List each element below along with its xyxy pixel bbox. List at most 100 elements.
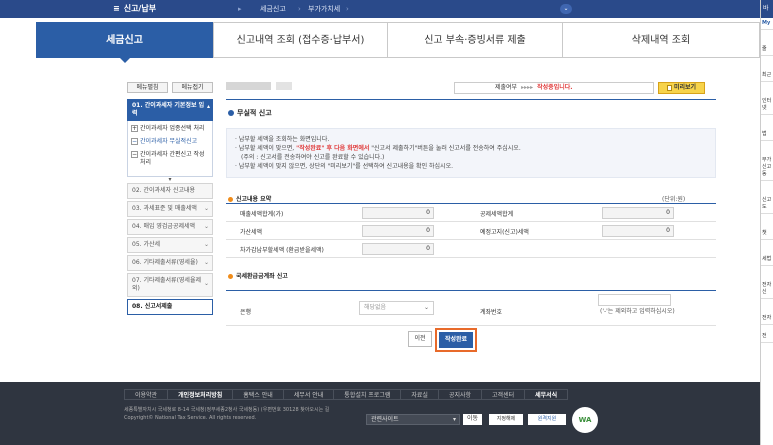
chevron-down-icon: ⌄: [203, 205, 209, 212]
footer-link-support[interactable]: 고객센터: [481, 389, 526, 400]
sidebar-step-06[interactable]: 06. 기타제출서류(영세율) ⌄: [127, 255, 213, 271]
crumb-arrow-icon: ›: [298, 5, 301, 13]
remote-support-button[interactable]: 원격지원: [528, 414, 566, 425]
chevron-down-icon: ⌄: [203, 223, 209, 230]
breadcrumb-vat[interactable]: 부가가치세: [308, 0, 340, 18]
sidebar-step-01-label: 01. 간이과세자 기본정보 입력: [132, 102, 205, 117]
collapse-menu-button[interactable]: 메뉴접기: [172, 82, 213, 93]
penalty-tax-field: 0: [362, 225, 434, 237]
quick-menu-item[interactable]: 줄: [761, 44, 773, 56]
field-label: 예정고지(신고)세액: [480, 229, 529, 236]
tab-attachments[interactable]: 신고 부속·증빙서류 제출: [388, 22, 563, 58]
tab-filing-history[interactable]: 신고내역 조회 (접수증·납부서): [213, 22, 388, 58]
sidebar-step-05[interactable]: 05. 가산세 ⌄: [127, 237, 213, 253]
previous-button[interactable]: 이전: [408, 331, 432, 347]
top-nav-bar: ≡ 신고/납부 ▸ 세금신고 › 부가가치세 › ⌄: [0, 0, 760, 18]
quick-menu-item[interactable]: 부가 신고 동: [761, 155, 773, 181]
menu-home[interactable]: ≡ 신고/납부: [113, 0, 156, 18]
go-button[interactable]: 이동: [463, 414, 482, 425]
chevron-down-icon: ▾: [452, 416, 456, 423]
status-value: 작성중: [537, 84, 554, 91]
complete-button[interactable]: 작성완료: [439, 332, 473, 348]
summary-title: 신고내용 요약: [228, 194, 271, 203]
bank-select[interactable]: 해당없음 ⌄: [359, 301, 434, 315]
document-icon: [666, 84, 672, 91]
breadcrumb-tax-filing[interactable]: 세금신고: [260, 0, 286, 18]
refund-account-section: 은행 해당없음 ⌄ 계좌번호 ('-'는 제외하고 입력하십시오): [226, 290, 716, 326]
quick-menu-item[interactable]: 최근: [761, 70, 773, 82]
sidebar-subitem-label: 간이과세자 무실적신고: [140, 138, 198, 145]
summary-row: 차가감납부할세액 (환급받을세액) 0: [226, 240, 716, 258]
notice-text: "신고서 제출하기"버튼을 눌러 신고서를 전송하여 주십시오.: [369, 145, 521, 152]
refund-title: 국세환급금계좌 신고: [228, 271, 288, 280]
chevron-down-icon[interactable]: ⌄: [560, 4, 572, 14]
quick-menu-item[interactable]: 챗: [761, 228, 773, 240]
footer-link-install[interactable]: 통합설치 프로그램: [333, 389, 402, 400]
sidebar-subitem-label: 간이과세자 업종선택 처리: [140, 125, 205, 132]
summary-row: 가산세액 0 예정고지(신고)세액 0: [226, 222, 716, 240]
quick-menu-title: 바로: [761, 0, 773, 30]
footer-address: 세종특별자치시 국세청로 8-14 국세청(정부세종2청사 국세청동) (우편번…: [124, 406, 329, 422]
field-label: 매출세액합계(가): [240, 211, 284, 218]
field-label: 공제세액합계: [480, 211, 514, 218]
deduction-total-field: 0: [602, 207, 674, 219]
footer-link-tax-forms[interactable]: 세무서식: [524, 389, 569, 400]
main-tabs: 세금신고 신고내역 조회 (접수증·납부서) 신고 부속·증빙서류 제출 삭제내…: [36, 22, 760, 63]
sidebar-subitem[interactable]: + 간이과세자 업종선택 처리: [131, 125, 209, 133]
related-sites-select[interactable]: 관련사이트 ▾: [366, 414, 460, 425]
quick-menu-item[interactable]: 법: [761, 129, 773, 141]
footer: 이용약관 개인정보처리방침 홈택스 안내 세무서 안내 통합설치 프로그램 자료…: [0, 382, 760, 445]
bullet-icon: [228, 197, 233, 202]
quick-menu-item[interactable]: 전자: [761, 313, 773, 325]
hamburger-icon[interactable]: ≡: [113, 4, 120, 13]
quick-menu-item[interactable]: 신고도: [761, 195, 773, 214]
account-number-input[interactable]: [598, 294, 671, 306]
address-text: 세종특별자치시 국세청로 8-14 국세청(정부세종2청사 국세청동) (우편번…: [124, 407, 330, 413]
bullet-icon: [228, 274, 233, 279]
notice-line: · 납부할 세액을 조회하는 화면입니다.: [235, 136, 330, 143]
sidebar-step-label: 04. 매입 영검금공제세액: [132, 223, 196, 230]
sidebar-step-04[interactable]: 04. 매입 영검금공제세액 ⌄: [127, 219, 213, 235]
sidebar-subitem[interactable]: − 간이과세자 간편신고 작성 처리: [131, 151, 209, 167]
chevron-down-icon: ⌄: [203, 259, 209, 266]
sidebar-step-02[interactable]: 02. 간이과세자 신고내용: [127, 183, 213, 199]
status-arrows: ▸▸▸▸: [521, 84, 534, 91]
quick-menu-item[interactable]: 세법: [761, 254, 773, 266]
footer-link-privacy[interactable]: 개인정보처리방침: [167, 389, 234, 400]
account-hint: ('-'는 제외하고 입력하십시오): [600, 308, 675, 315]
unpin-button[interactable]: 지정해제: [489, 414, 523, 425]
preview-button[interactable]: 미리보기: [658, 82, 705, 94]
quick-menu-item[interactable]: 전: [761, 331, 773, 343]
chevron-up-icon: ▴: [206, 103, 210, 110]
sidebar-subitem[interactable]: − 간이과세자 무실적신고: [131, 138, 209, 146]
sidebar-step-label: 05. 가산세: [132, 241, 161, 248]
notice-line: · 납부할 세액이 맞지 않으면, 상단의 "미리보기"를 선택하여 신고내용을…: [235, 163, 453, 170]
sidebar-step-label: 08. 신고서제출: [132, 303, 173, 310]
footer-link-notice[interactable]: 공지사항: [437, 389, 483, 400]
redacted-user-info: [226, 82, 271, 90]
related-sites-label: 관련사이트: [371, 416, 399, 423]
footer-link-office-guide[interactable]: 세무서 안내: [282, 389, 335, 400]
payable-tax-field: 0: [362, 243, 434, 255]
footer-link-hometax-guide[interactable]: 홈택스 안내: [232, 389, 284, 400]
sidebar-step-label: 03. 과세표준 및 매출세액: [132, 205, 197, 212]
expand-menu-button[interactable]: 메뉴펼침: [127, 82, 168, 93]
sidebar-step-03[interactable]: 03. 과세표준 및 매출세액 ⌄: [127, 201, 213, 217]
footer-link-terms[interactable]: 이용약관: [124, 389, 169, 400]
notice-line: · 납부할 세액이 맞으면, "작성완료" 후 다음 화면에서 "신고서 제출하…: [235, 144, 707, 153]
sidebar-step-01[interactable]: 01. 간이과세자 기본정보 입력 ▴: [127, 99, 213, 121]
tab-deleted-history[interactable]: 삭제내역 조회: [563, 22, 760, 58]
tab-tax-filing[interactable]: 세금신고: [36, 22, 213, 63]
field-label: 차가감납부할세액 (환급받을세액): [240, 247, 324, 254]
sidebar-substeps: + 간이과세자 업종선택 처리 − 간이과세자 무실적신고 − 간이과세자 간편신고 …: [127, 121, 213, 177]
footer-link-library[interactable]: 자료실: [400, 389, 439, 400]
status-suffix: 입니다.: [553, 84, 573, 91]
summary-grid: 매출세액합계(가) 0 공제세액합계 0 가산세액 0 예정고지(신고)세액 0…: [226, 203, 716, 258]
sidebar-step-07[interactable]: 07. 기타제출서류(영세율제외) ⌄: [127, 273, 213, 297]
quick-menu-item[interactable]: 인터넷: [761, 96, 773, 115]
sidebar-step-label: 02. 간이과세자 신고내용: [132, 187, 196, 194]
sidebar-step-label: 07. 기타제출서류(영세율제외): [132, 277, 201, 292]
quick-menu-item[interactable]: 전자신: [761, 280, 773, 299]
sidebar-step-08[interactable]: 08. 신고서제출: [127, 299, 213, 315]
minus-icon: −: [131, 151, 138, 158]
